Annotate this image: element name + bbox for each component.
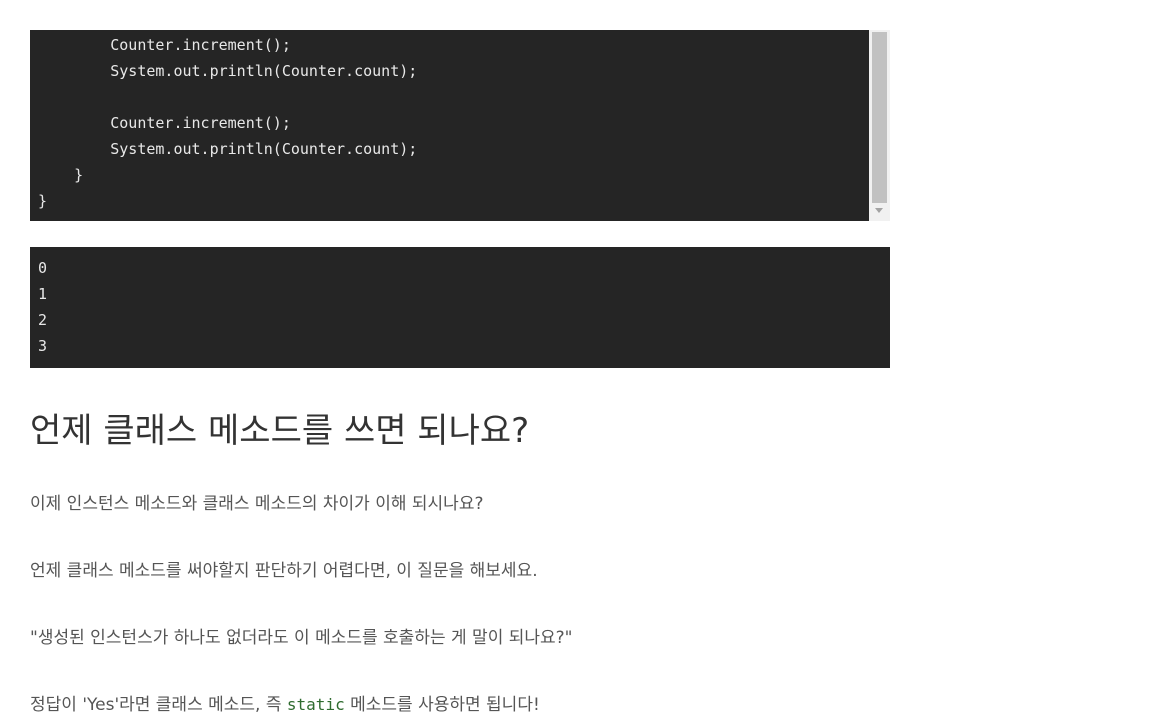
page: Counter.increment(); System.out.println(… (0, 0, 1152, 712)
output-line: 1 (38, 285, 48, 303)
paragraph: "생성된 인스턴스가 하나도 없더라도 이 메소드를 호출하는 게 말이 되나요… (30, 628, 573, 648)
paragraph: 이제 인스턴스 메소드와 클래스 메소드의 차이가 이해 되시나요? (30, 494, 484, 514)
output-line: 3 (38, 337, 48, 355)
code-line: } (38, 192, 48, 210)
code-line: Counter.increment(); (38, 114, 291, 132)
paragraph-text: 메소드를 사용하면 됩니다! (344, 695, 540, 712)
section-heading: 언제 클래스 메소드를 쓰면 되나요? (30, 411, 530, 451)
code-line: System.out.println(Counter.count); (38, 140, 418, 158)
scrollbar-thumb[interactable] (872, 32, 887, 203)
output-line: 0 (38, 259, 48, 277)
code-line: System.out.println(Counter.count); (38, 62, 418, 80)
paragraph-static-answer: 정답이 'Yes'라면 클래스 메소드, 즉 static 메소드를 사용하면 … (30, 692, 540, 712)
code-block-scrollbar[interactable] (869, 30, 890, 221)
code-line: Counter.increment(); (38, 36, 291, 54)
output-block: 0 1 2 3 (30, 247, 890, 368)
inline-code-static: static (286, 695, 345, 712)
code-block: Counter.increment(); System.out.println(… (30, 30, 869, 221)
paragraph-text: 정답이 'Yes'라면 클래스 메소드, 즉 (30, 695, 287, 712)
code-line: } (38, 166, 84, 184)
scroll-down-arrow-icon[interactable] (875, 208, 883, 213)
output-line: 2 (38, 311, 48, 329)
paragraph: 언제 클래스 메소드를 써야할지 판단하기 어렵다면, 이 질문을 해보세요. (30, 561, 538, 581)
